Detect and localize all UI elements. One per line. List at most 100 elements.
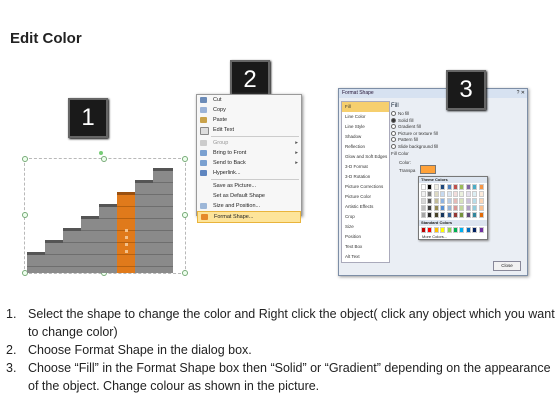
context-menu: Cut Copy Paste Edit Text Group ▸ Bring to…	[196, 94, 302, 223]
fill-color-label: Fill Color	[391, 151, 409, 156]
radio-label: Slide background fill	[398, 143, 439, 149]
sidebar-item[interactable]: Line Color	[342, 112, 389, 122]
fill-color-dropdown[interactable]	[420, 165, 436, 174]
swatch-row	[421, 198, 485, 204]
theme-colors-label: Theme Colors	[419, 177, 487, 183]
dialog-sidebar: Fill Line Color Line Style Shadow Reflec…	[341, 101, 390, 263]
sidebar-item[interactable]: Reflection	[342, 142, 389, 152]
color-label: Color:	[399, 159, 412, 165]
radio-label: Gradient fill	[398, 124, 421, 129]
instruction-item: 3. Choose “Fill” in the Format Shape box …	[6, 359, 556, 395]
bring-front-icon	[200, 150, 207, 156]
menu-item-set-default-shape[interactable]: Set as Default Shape	[197, 191, 301, 201]
paste-icon	[200, 117, 207, 123]
sidebar-item-fill[interactable]: Fill	[342, 102, 389, 112]
resize-handle[interactable]	[22, 156, 28, 162]
color-palette: Theme Colors Standard Colors More Colors…	[418, 176, 488, 240]
sidebar-item[interactable]: Glow and Soft Edges	[342, 152, 389, 162]
resize-handle[interactable]	[182, 212, 188, 218]
menu-item-label: Group	[213, 140, 229, 146]
instruction-text: Select the shape to change the color and…	[28, 307, 555, 339]
menu-item-format-shape[interactable]: Format Shape...	[197, 211, 301, 223]
swatch-row	[421, 227, 485, 233]
menu-item-group[interactable]: Group ▸	[197, 138, 301, 148]
instruction-number: 3.	[6, 361, 17, 375]
radio-label: Picture or texture fill	[398, 130, 438, 136]
menu-item-label: Paste	[213, 117, 228, 123]
menu-item-save-as-picture[interactable]: Save as Picture...	[197, 181, 301, 191]
sidebar-item[interactable]: Crop	[342, 212, 389, 222]
menu-item-bring-to-front[interactable]: Bring to Front ▸	[197, 148, 301, 158]
send-back-icon	[200, 160, 207, 166]
sidebar-item[interactable]: 3-D Format	[342, 162, 389, 172]
menu-item-edit-text[interactable]: Edit Text	[197, 125, 301, 135]
rotate-handle[interactable]	[99, 151, 103, 155]
menu-item-label: Edit Text	[213, 127, 234, 133]
sidebar-item[interactable]: Alt Text	[342, 252, 389, 262]
step-badge-1: 1	[68, 98, 108, 138]
swatch-row	[421, 205, 485, 211]
stair-block-orange	[117, 192, 135, 273]
menu-item-label: Send to Back	[213, 160, 246, 166]
hyperlink-icon	[200, 170, 207, 176]
menu-item-label: Cut	[213, 97, 222, 103]
instruction-number: 2.	[6, 343, 17, 357]
close-button[interactable]: Close	[493, 261, 521, 271]
radio-slide-bg-fill[interactable]: Slide background fill	[391, 144, 523, 151]
transparency-label: Transpa	[399, 168, 416, 173]
menu-item-label: Format Shape...	[214, 214, 254, 220]
close-icon[interactable]: ? ✕	[517, 90, 525, 96]
instruction-item: 2. Choose Format Shape in the dialog box.	[6, 341, 556, 359]
instruction-text: Choose Format Shape in the dialog box.	[28, 343, 252, 357]
sidebar-item[interactable]: Shadow	[342, 132, 389, 142]
menu-item-size-position[interactable]: Size and Position...	[197, 201, 301, 211]
stair-block	[45, 240, 63, 273]
stair-block	[153, 168, 173, 273]
menu-item-label: Hyperlink...	[213, 170, 241, 176]
menu-item-label: Size and Position...	[213, 203, 261, 209]
radio-label: Solid fill	[398, 117, 414, 123]
sidebar-item[interactable]: Picture Corrections	[342, 182, 389, 192]
instruction-item: 1. Select the shape to change the color a…	[6, 305, 556, 341]
menu-item-paste[interactable]: Paste	[197, 115, 301, 125]
group-icon	[200, 140, 207, 146]
selected-shape-staircase[interactable]	[22, 156, 188, 276]
instructions-list: 1. Select the shape to change the color a…	[6, 305, 556, 395]
menu-item-send-to-back[interactable]: Send to Back ▸	[197, 158, 301, 168]
sidebar-item[interactable]: Artistic Effects	[342, 202, 389, 212]
stair-block	[99, 204, 117, 273]
sidebar-item[interactable]: Text Box	[342, 242, 389, 252]
page-title: Edit Color	[10, 30, 82, 47]
standard-colors-label: Standard Colors	[419, 220, 487, 226]
chevron-right-icon: ▸	[295, 140, 298, 146]
radio-label: Pattern fill	[398, 137, 419, 142]
sidebar-item[interactable]: 3-D Rotation	[342, 172, 389, 182]
resize-handle[interactable]	[182, 270, 188, 276]
sidebar-item[interactable]: Picture Color	[342, 192, 389, 202]
stair-block	[81, 216, 99, 273]
menu-item-label: Set as Default Shape	[213, 193, 265, 199]
edit-text-icon	[200, 127, 209, 135]
menu-item-cut[interactable]: Cut	[197, 95, 301, 105]
chevron-right-icon: ▸	[295, 150, 298, 156]
stair-block	[27, 252, 45, 273]
more-colors-link[interactable]: More Colors...	[419, 234, 487, 239]
resize-handle[interactable]	[22, 212, 28, 218]
radio-label: No fill	[398, 111, 410, 116]
scissors-icon	[200, 97, 207, 103]
menu-item-label: Copy	[213, 107, 226, 113]
resize-handle[interactable]	[101, 156, 107, 162]
stair-block	[135, 180, 153, 273]
resize-handle[interactable]	[182, 156, 188, 162]
chevron-right-icon: ▸	[295, 160, 298, 166]
sidebar-item[interactable]: Line Style	[342, 122, 389, 132]
sidebar-item[interactable]: Size	[342, 222, 389, 232]
swatch-row	[421, 191, 485, 197]
instruction-text: Choose “Fill” in the Format Shape box th…	[28, 361, 551, 393]
sidebar-item[interactable]: Position	[342, 232, 389, 242]
swatch-row	[421, 212, 485, 218]
size-icon	[200, 203, 207, 209]
menu-item-hyperlink[interactable]: Hyperlink...	[197, 168, 301, 178]
step-badge-3: 3	[446, 70, 486, 110]
menu-item-copy[interactable]: Copy	[197, 105, 301, 115]
